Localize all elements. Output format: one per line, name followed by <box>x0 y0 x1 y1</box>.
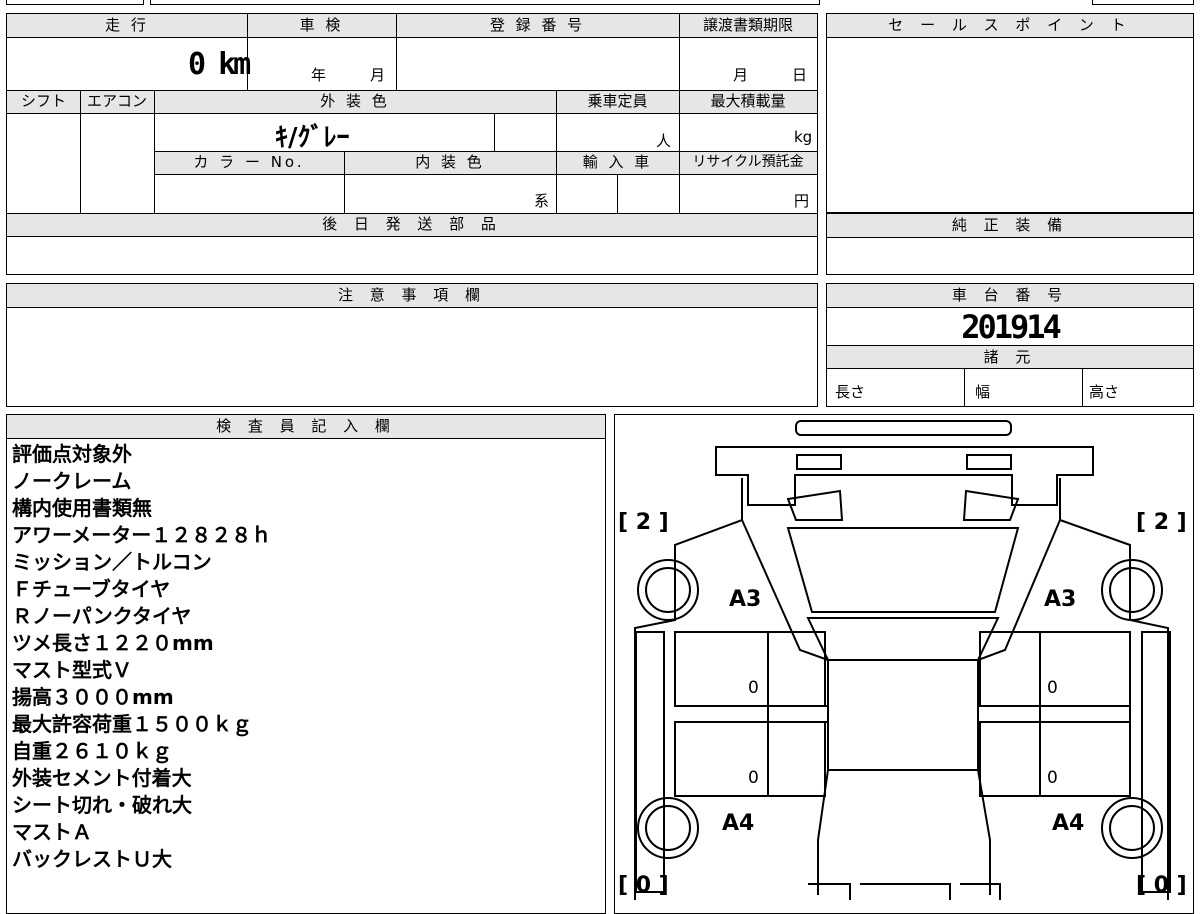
front-left-count: [ 2 ] <box>618 510 669 535</box>
rear-left-count: [ 0 ] <box>618 873 669 898</box>
rear-left-damage-mark: A4 <box>722 811 755 836</box>
front-right-damage-mark: A3 <box>1044 587 1077 612</box>
front-right-count: [ 2 ] <box>1136 510 1187 535</box>
door-rear-right-value: 0 <box>1047 768 1058 788</box>
front-left-damage-mark: A3 <box>729 587 762 612</box>
rear-right-count: [ 0 ] <box>1136 873 1187 898</box>
door-front-left-value: 0 <box>748 678 759 698</box>
door-rear-left-value: 0 <box>748 768 759 788</box>
door-front-right-value: 0 <box>1047 678 1058 698</box>
rear-right-damage-mark: A4 <box>1052 811 1085 836</box>
vehicle-diagram <box>634 420 1171 900</box>
